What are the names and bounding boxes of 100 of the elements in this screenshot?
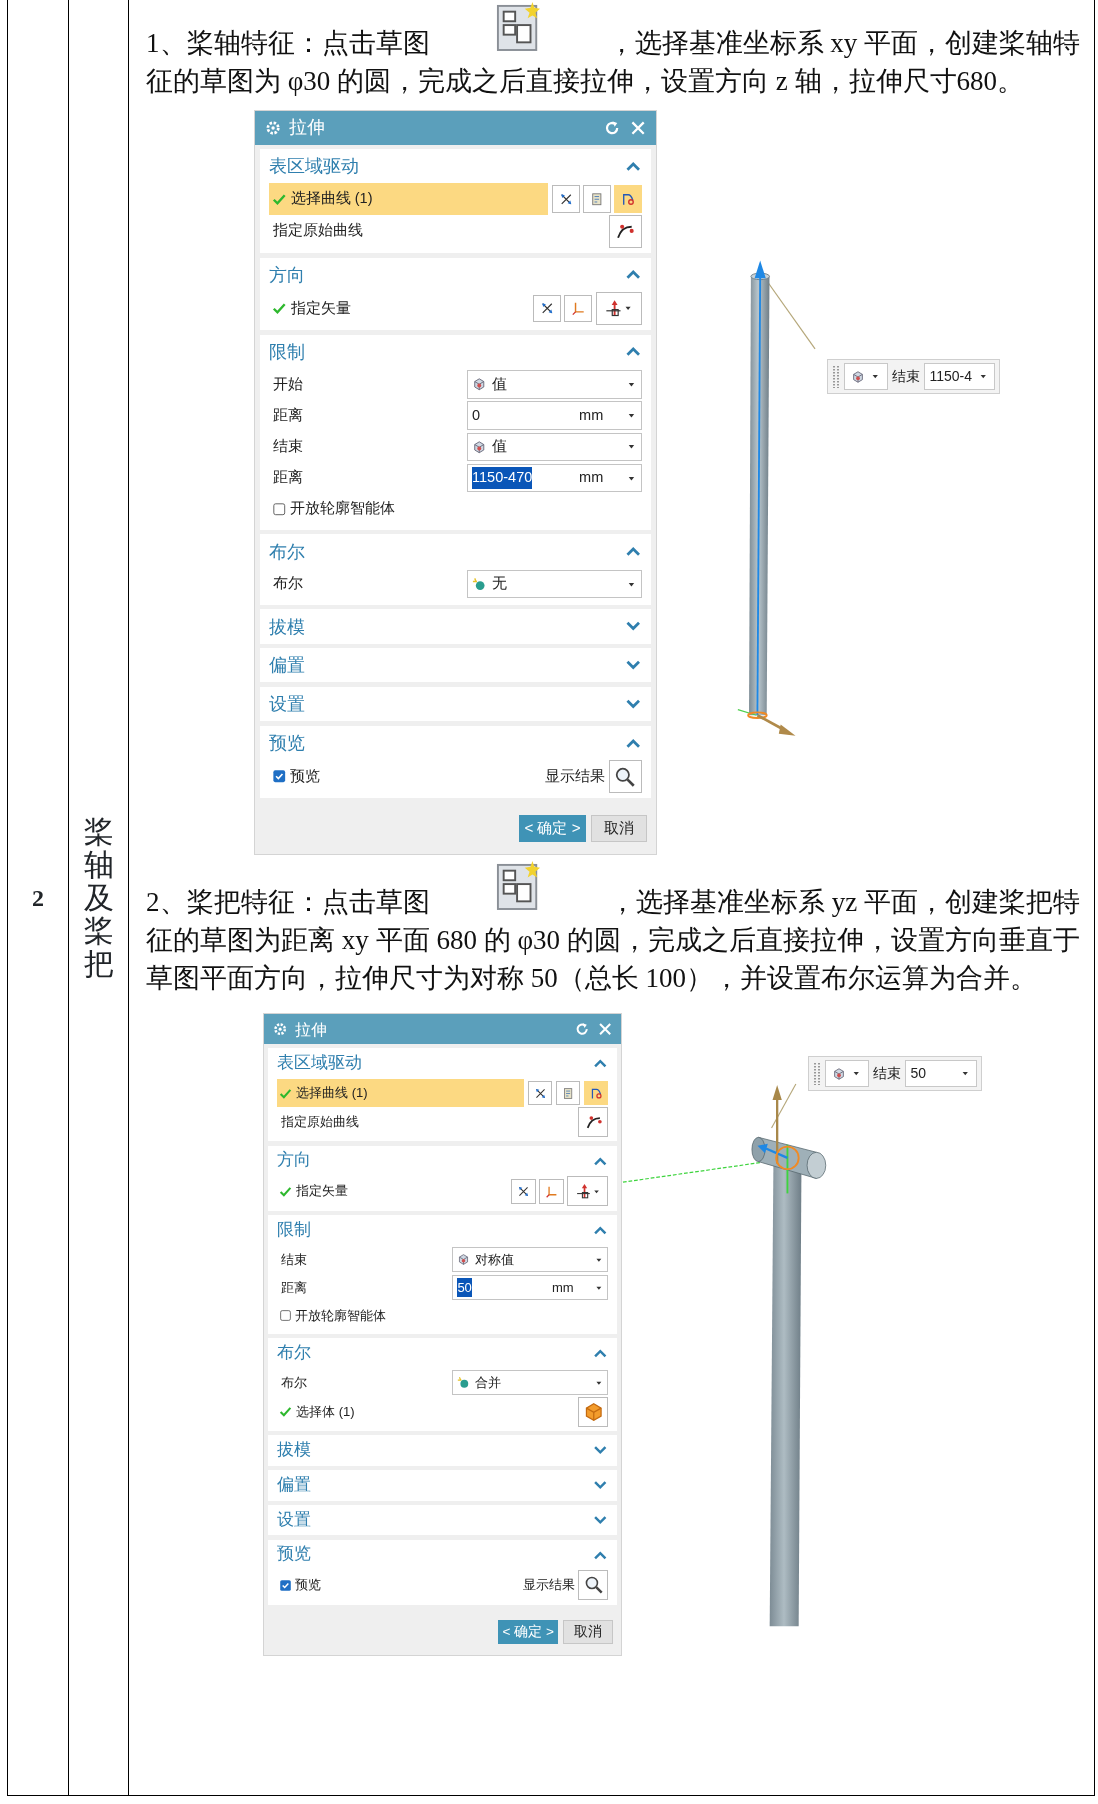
sketch-icon[interactable] (495, 0, 542, 54)
unit-label: mm (579, 468, 604, 488)
show-result-button[interactable] (578, 1570, 609, 1601)
vector-dropdown[interactable] (595, 291, 642, 326)
field-label: 布尔 (272, 574, 303, 594)
field-label: 距离 (272, 405, 303, 425)
curve-select-button[interactable] (583, 1080, 609, 1106)
search-icon (614, 765, 637, 788)
checkbox[interactable] (271, 501, 287, 517)
selection-highlight[interactable]: 选择曲线 (1) (269, 183, 549, 215)
value-dropdown[interactable]: 50 (904, 1060, 977, 1088)
dropdown[interactable]: 对称值 (452, 1246, 609, 1273)
value-dropdown[interactable]: 1150-4 (923, 363, 995, 390)
field-label: 开始 (272, 374, 303, 394)
field-label: 指定矢量 (290, 298, 351, 318)
section-title[interactable]: 方向 (269, 260, 305, 289)
curve-select-icon (620, 191, 636, 207)
section-title[interactable]: 偏置 (269, 651, 305, 680)
dropdown[interactable]: 无 (466, 570, 642, 599)
dropdown-value: 50 (910, 1064, 927, 1084)
search-icon (583, 1575, 604, 1595)
field-label: 指定原始曲线 (272, 221, 363, 241)
dropdown[interactable]: 合并 (452, 1369, 609, 1396)
input-field[interactable]: 50 mm (452, 1274, 609, 1301)
section-title[interactable]: 布尔 (276, 1340, 311, 1366)
checkbox-label: 开放轮廓智能体 (295, 1306, 387, 1325)
boolean-icon (457, 1376, 471, 1390)
field-label: 指定矢量 (296, 1182, 349, 1201)
section-title[interactable]: 偏置 (276, 1472, 311, 1498)
tool-button[interactable] (552, 185, 580, 213)
ok-button[interactable]: < 确定 > (498, 1619, 559, 1644)
selection-highlight[interactable]: 选择曲线 (1) (276, 1079, 525, 1108)
field-value: 0 (472, 405, 481, 425)
dropdown[interactable]: 值 (466, 370, 642, 399)
close-icon[interactable] (596, 1021, 613, 1038)
vector-icon (574, 1182, 592, 1200)
curve-button[interactable] (608, 214, 642, 248)
tool-button[interactable] (533, 294, 561, 323)
cancel-button[interactable]: 取消 (590, 815, 647, 842)
tool-button[interactable] (510, 1178, 536, 1204)
section-title[interactable]: 表区域驱动 (276, 1051, 362, 1077)
tool-button[interactable] (527, 1080, 553, 1106)
field-label: 选择曲线 (1) (290, 189, 373, 209)
leader-line (767, 281, 816, 350)
window-title: 拉伸 (289, 116, 326, 140)
checkbox[interactable] (279, 1308, 293, 1322)
dropdown[interactable]: 值 (466, 432, 642, 461)
row-title: 桨轴及桨把 (83, 815, 114, 980)
section-title[interactable]: 拔模 (269, 612, 305, 641)
crossed-arrows-icon (539, 301, 555, 316)
checkbox-label: 预览 (290, 766, 321, 786)
crossed-arrows-icon (558, 191, 574, 207)
section-title[interactable]: 预览 (269, 728, 305, 757)
instruction-text: 征的草图为距离 xy 平面 680 的 φ30 的圆，完成之后直接拉伸，设置方向垂直于草图平面方向，拉伸尺寸为对称 50（总长 100），并设置布尔运算为合并。 (146, 924, 1080, 996)
curve-select-icon (589, 1086, 603, 1100)
field-label: 选择曲线 (1) (296, 1084, 368, 1103)
cube-icon (851, 369, 865, 384)
ok-button[interactable]: < 确定 > (519, 815, 586, 842)
window-title: 拉伸 (294, 1019, 327, 1040)
section-title[interactable]: 限制 (276, 1217, 311, 1243)
icon-dropdown[interactable] (825, 1060, 869, 1088)
field-label: 距离 (279, 1278, 307, 1297)
input-field[interactable]: 1150-470 mm (466, 463, 642, 493)
section-title[interactable]: 预览 (276, 1542, 311, 1568)
row-number: 2 (32, 883, 44, 913)
curve-select-button[interactable] (614, 185, 642, 213)
checkbox[interactable] (279, 1578, 293, 1592)
curve-button[interactable] (578, 1107, 609, 1137)
body-select-button[interactable] (578, 1396, 609, 1427)
input-field[interactable]: 0 mm (466, 401, 642, 430)
icon-dropdown[interactable] (844, 363, 888, 390)
section-title[interactable]: 布尔 (269, 537, 305, 566)
vector-dropdown[interactable] (566, 1176, 609, 1207)
grip-icon[interactable] (832, 364, 840, 389)
show-result-button[interactable] (608, 759, 642, 794)
section-title[interactable]: 设置 (276, 1507, 311, 1533)
field-label: 选择体 (1) (296, 1402, 355, 1421)
cancel-button[interactable]: 取消 (562, 1619, 613, 1644)
checkbox[interactable] (271, 769, 287, 784)
grip-icon[interactable] (813, 1061, 821, 1086)
field-label: 布尔 (279, 1373, 307, 1392)
field-label: 结束 (279, 1250, 307, 1269)
instruction-text: 2、桨把特征：点击草图 (146, 886, 430, 920)
field-label: 距离 (272, 468, 303, 488)
section-title[interactable]: 拔模 (276, 1438, 311, 1463)
field-value: 1150-470 (472, 467, 533, 489)
show-result-label: 显示结果 (523, 1576, 576, 1595)
toolbar-label: 结束 (872, 1064, 901, 1084)
section-title[interactable]: 方向 (276, 1148, 311, 1174)
dropdown-value: 1150-4 (929, 367, 973, 386)
cube-icon (583, 1401, 604, 1422)
section-title[interactable]: 设置 (269, 690, 305, 718)
section-title[interactable]: 限制 (269, 337, 305, 366)
settings-icon (272, 1021, 289, 1038)
cube-icon (472, 377, 487, 392)
instruction-text: 征的草图为 φ30 的圆，完成之后直接拉伸，设置方向 z 轴，拉伸尺寸680。 (146, 65, 1026, 98)
leader-line (771, 1083, 797, 1129)
axis-icon (570, 301, 586, 316)
axis-icon (544, 1184, 558, 1198)
section-title[interactable]: 表区域驱动 (269, 152, 359, 181)
